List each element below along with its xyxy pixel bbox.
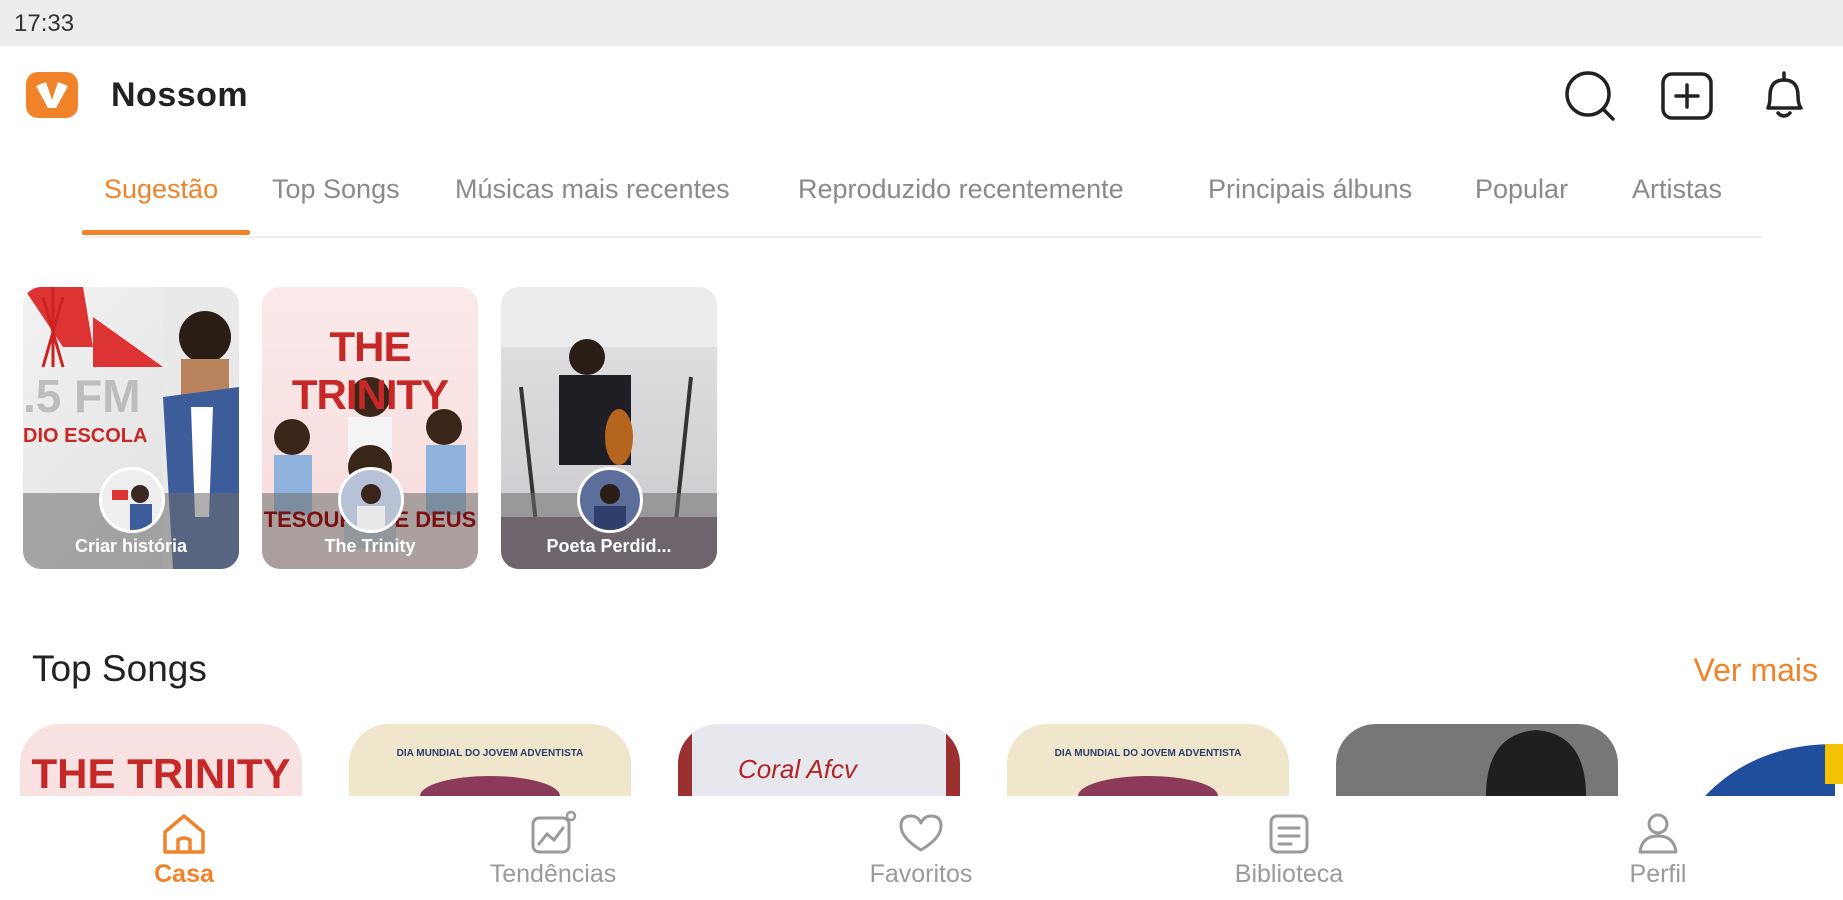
story-poster-title: THE TRINITY <box>291 323 449 418</box>
story-avatar <box>577 467 643 533</box>
song-cover[interactable] <box>1665 724 1843 796</box>
app-header: Nossom <box>0 46 1843 146</box>
story-card-create[interactable]: .5 FM DIO ESCOLA Criar história <box>23 287 239 569</box>
nav-item-casa[interactable]: Casa <box>84 796 284 900</box>
song-cover[interactable]: THE TRINITY <box>20 724 302 796</box>
nav-item-biblioteca[interactable]: Biblioteca <box>1189 796 1389 900</box>
tab-sugestao[interactable]: Sugestão <box>104 174 218 205</box>
nav-label: Perfil <box>1629 860 1687 888</box>
song-cover-art <box>1078 776 1218 796</box>
add-post-icon[interactable] <box>1659 68 1715 124</box>
section-title-top-songs: Top Songs <box>32 648 207 689</box>
bell-icon[interactable] <box>1756 68 1812 124</box>
nav-label: Tendências <box>489 860 617 888</box>
tab-popular[interactable]: Popular <box>1475 174 1568 205</box>
story-card-poeta[interactable]: Poeta Perdid... <box>501 287 717 569</box>
library-icon <box>1269 814 1309 854</box>
nav-label: Biblioteca <box>1234 860 1344 888</box>
story-avatar <box>338 467 404 533</box>
song-cover[interactable]: Coral Afcv <box>678 724 960 796</box>
active-tab-indicator <box>82 230 250 235</box>
bottom-navigation: Casa Tendências Favoritos Biblioteca Per… <box>0 796 1843 900</box>
song-cover-text: Coral Afcv <box>738 754 857 784</box>
song-cover-text: THE TRINITY <box>31 750 291 796</box>
song-cover[interactable] <box>1336 724 1618 796</box>
song-cover-art <box>1705 744 1843 796</box>
tab-musicas-recentes[interactable]: Músicas mais recentes <box>455 174 730 205</box>
profile-icon <box>1638 813 1678 854</box>
category-tabs: Sugestão Top Songs Músicas mais recentes… <box>82 150 1762 238</box>
trending-icon <box>531 810 577 854</box>
song-cover-art <box>1486 730 1586 796</box>
status-bar: 17:33 <box>0 0 1843 46</box>
story-poster-title: .5 FM <box>23 370 141 422</box>
nav-item-favoritos[interactable]: Favoritos <box>821 796 1021 900</box>
nav-item-perfil[interactable]: Perfil <box>1558 796 1758 900</box>
see-more-link[interactable]: Ver mais <box>1694 652 1818 689</box>
heart-icon <box>899 814 943 852</box>
story-label: The Trinity <box>324 536 416 556</box>
app-name: Nossom <box>111 76 249 114</box>
song-cover-art <box>420 776 560 796</box>
search-icon[interactable] <box>1562 68 1618 124</box>
top-songs-carousel: THE TRINITY DIA MUNDIAL DO JOVEM ADVENTI… <box>0 724 1843 796</box>
song-cover[interactable]: DIA MUNDIAL DO JOVEM ADVENTISTA <box>349 724 631 796</box>
story-poster-subtitle: DIO ESCOLA <box>23 425 148 447</box>
story-card-the-trinity[interactable]: THE TRINITY TESOURO DE DEUS The Trinity <box>262 287 478 569</box>
tab-artistas[interactable]: Artistas <box>1632 174 1722 205</box>
nav-label: Casa <box>154 860 214 888</box>
app-logo <box>26 72 78 118</box>
song-cover[interactable]: DIA MUNDIAL DO JOVEM ADVENTISTA <box>1007 724 1289 796</box>
tab-principais-albuns[interactable]: Principais álbuns <box>1208 174 1412 205</box>
home-icon <box>163 814 205 854</box>
status-time: 17:33 <box>14 10 75 37</box>
nav-item-tendencias[interactable]: Tendências <box>453 796 653 900</box>
nav-label: Favoritos <box>869 860 973 888</box>
story-avatar <box>99 467 165 533</box>
story-label: Poeta Perdid... <box>546 536 672 556</box>
tab-top-songs[interactable]: Top Songs <box>272 174 400 205</box>
story-label: Criar história <box>74 536 188 556</box>
tab-reproduzido-recentemente[interactable]: Reproduzido recentemente <box>798 174 1124 205</box>
